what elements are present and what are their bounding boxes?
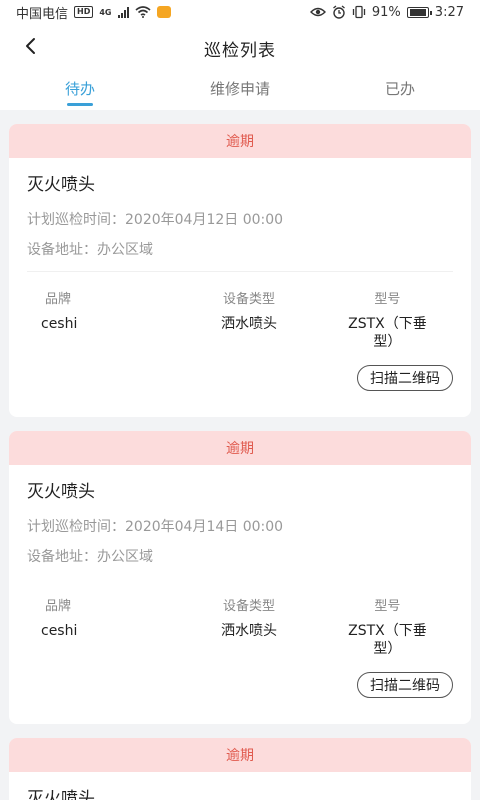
plan-time-value: 2020年04月14日 00:00 [125, 519, 284, 535]
equipment-name: 灭火喷头 [27, 175, 95, 195]
model-column: 型号 ZSTX（下垂 型） [322, 288, 453, 351]
plan-time-label: 计划巡检时间： [27, 212, 125, 228]
battery-fill [409, 8, 426, 16]
tab-repair-request[interactable]: 维修申请 [160, 72, 320, 110]
divider [27, 271, 453, 272]
model-header: 型号 [374, 599, 401, 614]
tab-label: 待办 [64, 80, 95, 98]
address-label: 设备地址： [27, 242, 97, 258]
nav-bar: 巡检列表 [0, 24, 480, 72]
tab-done[interactable]: 已办 [320, 72, 480, 110]
inspection-card[interactable]: 逾期 灭火喷头 [9, 738, 471, 800]
model-column: 型号 ZSTX（下垂 型） [322, 595, 453, 658]
brand-column: 品牌 ceshi [27, 288, 176, 351]
card-body: 灭火喷头 [9, 772, 471, 800]
inspection-card[interactable]: 逾期 灭火喷头 计划巡检时间：2020年04月14日 00:00 设备地址：办公… [9, 431, 471, 724]
overdue-banner: 逾期 [9, 738, 471, 772]
spec-table: 品牌 ceshi 设备类型 洒水喷头 型号 ZSTX（下垂 型） [27, 595, 453, 658]
brand-value: ceshi [41, 623, 78, 639]
model-value-line2: 型） [373, 334, 402, 350]
equipment-name: 灭火喷头 [27, 482, 95, 502]
hd-icon: HD [74, 6, 94, 18]
inspection-card[interactable]: 逾期 灭火喷头 计划巡检时间：2020年04月12日 00:00 设备地址：办公… [9, 124, 471, 417]
overdue-banner: 逾期 [9, 124, 471, 158]
card-actions: 扫描二维码 [27, 658, 453, 724]
card-actions: 扫描二维码 [27, 351, 453, 417]
wallet-app-icon [156, 6, 171, 18]
tab-todo[interactable]: 待办 [0, 72, 160, 110]
overdue-banner: 逾期 [9, 431, 471, 465]
plan-time-label: 计划巡检时间： [27, 519, 125, 535]
page-title: 巡检列表 [204, 40, 276, 61]
active-tab-indicator [67, 103, 93, 106]
tab-bar: 待办 维修申请 已办 [0, 72, 480, 110]
equipment-name: 灭火喷头 [27, 789, 95, 800]
plan-time-value: 2020年04月12日 00:00 [125, 212, 284, 228]
status-right: 91% 3:27 [309, 4, 464, 20]
signal-icon [117, 6, 129, 18]
model-value-line1: ZSTX（下垂 [348, 623, 427, 639]
status-bar: 中国电信 HD 4G 91% 3:27 [0, 0, 480, 24]
type-column: 设备类型 洒水喷头 [176, 595, 322, 658]
carrier-label: 中国电信 [16, 6, 69, 22]
status-left: 中国电信 HD 4G [16, 3, 171, 22]
battery-percent: 91% [371, 4, 401, 20]
wifi-icon [134, 6, 151, 18]
type-header: 设备类型 [222, 292, 275, 307]
battery-icon [406, 6, 432, 18]
type-column: 设备类型 洒水喷头 [176, 288, 322, 351]
chevron-left-icon [24, 37, 36, 59]
plan-time-row: 计划巡检时间：2020年04月14日 00:00 [27, 516, 453, 536]
scan-qr-button[interactable]: 扫描二维码 [357, 365, 453, 391]
network-type-icon: 4G [99, 7, 112, 17]
vibrate-icon [352, 5, 366, 19]
model-value-line1: ZSTX（下垂 [348, 316, 427, 332]
scan-qr-button[interactable]: 扫描二维码 [357, 672, 453, 698]
divider [27, 578, 453, 579]
card-body: 灭火喷头 计划巡检时间：2020年04月12日 00:00 设备地址：办公区域 … [9, 158, 471, 417]
clock-time: 3:27 [434, 4, 464, 20]
tab-label: 已办 [384, 80, 415, 98]
plan-time-row: 计划巡检时间：2020年04月12日 00:00 [27, 209, 453, 229]
type-value: 洒水喷头 [221, 316, 277, 332]
brand-column: 品牌 ceshi [27, 595, 176, 658]
spec-table: 品牌 ceshi 设备类型 洒水喷头 型号 ZSTX（下垂 型） [27, 288, 453, 351]
eye-icon [309, 6, 326, 18]
brand-header: 品牌 [45, 292, 72, 307]
tab-label: 维修申请 [209, 80, 270, 98]
brand-header: 品牌 [45, 599, 72, 614]
model-value-line2: 型） [373, 641, 402, 657]
brand-value: ceshi [41, 316, 78, 332]
type-value: 洒水喷头 [221, 623, 277, 639]
alarm-icon [332, 5, 346, 19]
address-row: 设备地址：办公区域 [27, 239, 453, 259]
card-body: 灭火喷头 计划巡检时间：2020年04月14日 00:00 设备地址：办公区域 … [9, 465, 471, 724]
back-button[interactable] [14, 32, 46, 64]
type-header: 设备类型 [222, 599, 275, 614]
address-value: 办公区域 [97, 242, 153, 258]
address-label: 设备地址： [27, 549, 97, 565]
address-row: 设备地址：办公区域 [27, 546, 453, 566]
model-header: 型号 [374, 292, 401, 307]
address-value: 办公区域 [97, 549, 153, 565]
inspection-list[interactable]: 逾期 灭火喷头 计划巡检时间：2020年04月12日 00:00 设备地址：办公… [0, 110, 480, 800]
